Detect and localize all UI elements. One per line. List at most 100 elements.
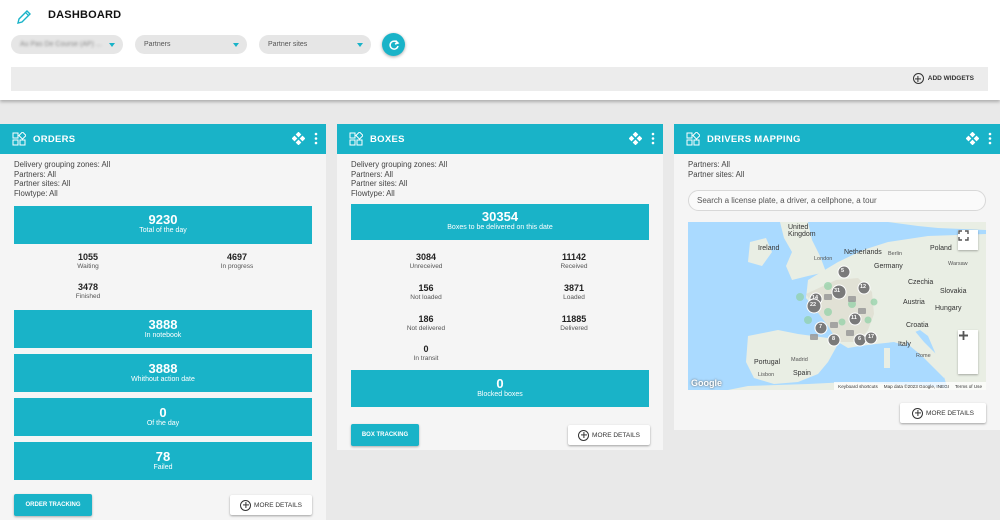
plus-circle-icon xyxy=(912,73,924,84)
map-attribution: Keyboard shortcuts Map data ©2023 Google… xyxy=(834,382,986,390)
orders-more-details-button[interactable]: MORE DETAILS xyxy=(230,495,312,515)
boxes-stat-loaded: 3871 Loaded xyxy=(563,283,585,301)
widget-title: ORDERS xyxy=(33,134,76,145)
orders-of-the-day-tile[interactable]: 0 Of the day xyxy=(14,398,312,436)
map-label-lisbon: Lisbon xyxy=(758,372,775,378)
chevron-down-icon xyxy=(357,43,363,47)
drivers-map[interactable]: United Kingdom Ireland Netherlands Berli… xyxy=(688,222,986,390)
widget-filters: Partners: All Partner sites: All xyxy=(688,160,745,179)
box-tracking-button[interactable]: BOX TRACKING xyxy=(351,424,419,446)
plus-circle-icon xyxy=(578,429,590,441)
move-icon[interactable] xyxy=(966,132,979,145)
map-label-rome: Rome xyxy=(916,353,931,359)
widget-filters: Delivery grouping zones: All Partners: A… xyxy=(351,160,448,199)
boxes-blocked-tile[interactable]: 0 Blocked boxes xyxy=(351,370,649,407)
cluster-marker[interactable]: 8 xyxy=(832,336,835,342)
boxes-total-tile[interactable]: 30354 Boxes to be delivered on this date xyxy=(351,204,649,240)
partners-select[interactable]: Partners xyxy=(135,35,247,54)
map-label-czechia: Czechia xyxy=(908,279,934,286)
cluster-marker[interactable]: 11 xyxy=(851,315,857,321)
boxes-stat-in-transit: 0 In transit xyxy=(413,344,439,362)
map-label-germany: Germany xyxy=(874,263,903,270)
keyboard-shortcuts-link[interactable]: Keyboard shortcuts xyxy=(838,384,878,389)
cluster-marker[interactable]: 7 xyxy=(819,324,822,330)
map-data-credit: Map data ©2023 Google, INEGI xyxy=(883,383,949,389)
boxes-widget: BOXES Delivery grouping zones: All Partn… xyxy=(337,124,663,450)
orders-notebook-tile[interactable]: 3888 In notebook xyxy=(14,310,312,348)
orders-total-tile[interactable]: 9230 Total of the day xyxy=(14,206,312,244)
cluster-marker[interactable]: 5 xyxy=(841,268,844,274)
map-label-spain: Spain xyxy=(793,370,811,377)
order-tracking-button[interactable]: ORDER TRACKING xyxy=(14,494,92,516)
map-label-poland: Poland xyxy=(930,245,952,252)
boxes-stat-not-delivered: 186 Not delivered xyxy=(406,314,446,332)
cluster-marker[interactable]: 6 xyxy=(858,336,861,342)
pencil-icon[interactable] xyxy=(15,8,33,26)
orders-stat-finished: 3478 Finished xyxy=(75,282,101,300)
orders-widget-header: ORDERS xyxy=(0,124,326,154)
google-logo: Google xyxy=(691,378,722,388)
widget-icon xyxy=(349,132,363,146)
map-label-netherlands: Netherlands xyxy=(844,249,882,256)
partner-sites-select[interactable]: Partner sites xyxy=(259,35,371,54)
boxes-stat-unreceived: 3084 Unreceived xyxy=(409,252,443,270)
boxes-stat-not-loaded: 156 Not loaded xyxy=(410,283,442,301)
cluster-marker[interactable]: 31 xyxy=(834,288,840,294)
widget-title: DRIVERS MAPPING xyxy=(707,134,801,145)
drivers-more-details-button[interactable]: MORE DETAILS xyxy=(900,403,986,423)
cluster-marker[interactable]: 12 xyxy=(860,284,866,290)
drivers-mapping-widget: DRIVERS MAPPING Partners: All Partner si… xyxy=(674,124,1000,430)
zoom-out-icon[interactable] xyxy=(958,330,969,341)
widget-filters: Delivery grouping zones: All Partners: A… xyxy=(14,160,111,199)
orders-failed-tile[interactable]: 78 Failed xyxy=(14,442,312,480)
more-vertical-icon[interactable] xyxy=(651,132,655,145)
cluster-marker[interactable]: 22 xyxy=(810,302,816,308)
plus-circle-icon xyxy=(912,407,924,419)
map-label-portugal: Portugal xyxy=(754,359,781,366)
fullscreen-icon xyxy=(958,230,969,241)
map-label-united-kingdom: United Kingdom xyxy=(788,224,816,238)
map-label-ireland: Ireland xyxy=(758,245,780,252)
top-bar: DASHBOARD Au Pas De Course (AP) ... Part… xyxy=(0,0,1000,100)
boxes-widget-header: BOXES xyxy=(337,124,663,154)
fullscreen-button[interactable] xyxy=(958,230,978,250)
add-widgets-button[interactable]: ADD WIDGETS xyxy=(912,73,974,84)
plus-circle-icon xyxy=(240,499,252,511)
more-vertical-icon[interactable] xyxy=(314,132,318,145)
refresh-button[interactable] xyxy=(382,33,405,56)
map-label-madrid: Madrid xyxy=(791,357,808,363)
map-label-croatia: Croatia xyxy=(906,322,929,329)
map-label-slovakia: Slovakia xyxy=(940,288,967,295)
orders-widget: ORDERS Delivery grouping zones: All Part… xyxy=(0,124,326,520)
cluster-marker[interactable]: 17 xyxy=(868,334,874,340)
map-label-london: London xyxy=(814,256,833,262)
page-title: DASHBOARD xyxy=(48,9,122,21)
map-label-berlin: Berlin xyxy=(888,251,903,257)
boxes-more-details-button[interactable]: MORE DETAILS xyxy=(568,425,650,445)
widget-toolbar: ADD WIDGETS xyxy=(11,67,988,91)
map-label-warsaw: Warsaw xyxy=(948,261,968,267)
move-icon[interactable] xyxy=(292,132,305,145)
drivers-widget-header: DRIVERS MAPPING xyxy=(674,124,1000,154)
terms-of-use-link[interactable]: Terms of Use xyxy=(955,384,982,389)
boxes-stat-received: 11142 Received xyxy=(560,252,588,270)
move-icon[interactable] xyxy=(629,132,642,145)
orders-stat-in-progress: 4697 In progress xyxy=(220,252,254,270)
more-vertical-icon[interactable] xyxy=(988,132,992,145)
chevron-down-icon xyxy=(233,43,239,47)
cluster-marker[interactable]: 14 xyxy=(812,295,818,301)
widget-icon xyxy=(12,132,26,146)
map-label-italy: Italy xyxy=(898,341,911,348)
boxes-stat-delivered: 11885 Delivered xyxy=(560,314,588,332)
refresh-icon xyxy=(388,39,399,50)
chevron-down-icon xyxy=(109,43,115,47)
organization-select[interactable]: Au Pas De Course (AP) ... xyxy=(11,35,123,54)
orders-no-action-date-tile[interactable]: 3888 Whithout action date xyxy=(14,354,312,392)
driver-search-input[interactable]: Search a license plate, a driver, a cell… xyxy=(688,190,986,211)
orders-stat-waiting: 1055 Waiting xyxy=(77,252,99,270)
map-label-austria: Austria xyxy=(903,299,925,306)
map-label-hungary: Hungary xyxy=(935,305,962,312)
widget-title: BOXES xyxy=(370,134,405,145)
widget-icon xyxy=(686,132,700,146)
zoom-controls xyxy=(958,330,978,374)
